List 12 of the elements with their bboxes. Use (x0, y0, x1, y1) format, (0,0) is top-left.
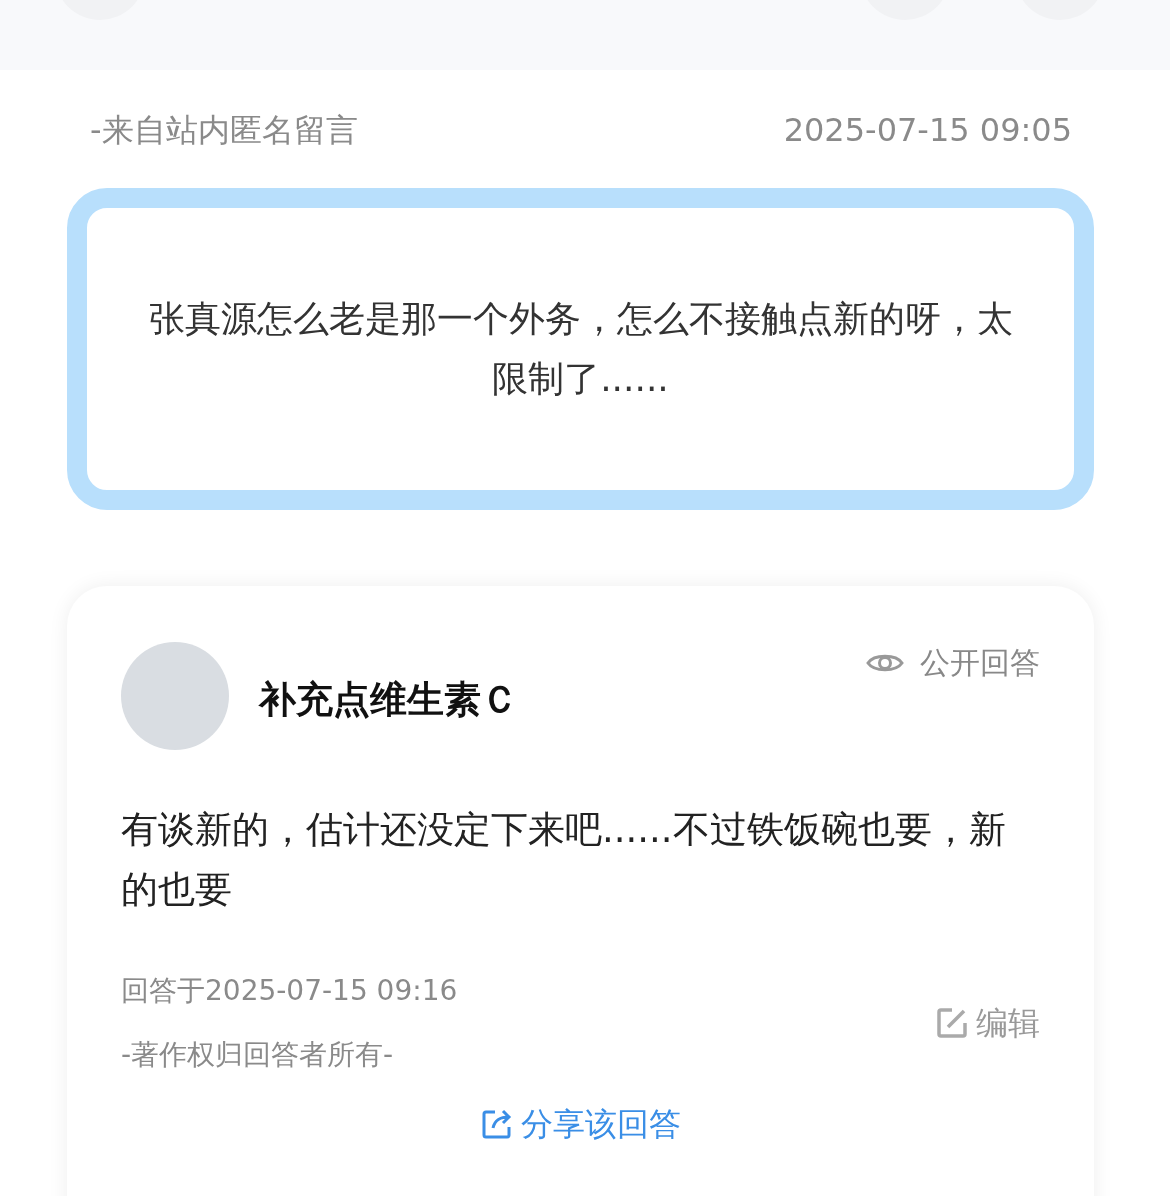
copyright-note: -著作权归回答者所有- (121, 1037, 395, 1073)
question-text: 张真源怎么老是那一个外务，怎么不接触点新的呀，太限制了...... (147, 297, 1014, 401)
answer-time: 回答于2025-07-15 09:16 (121, 973, 458, 1009)
answer-text: 有谈新的，估计还没定下来吧......不过铁饭碗也要，新的也要 (121, 807, 1007, 913)
edit-icon (936, 1007, 968, 1039)
share-icon (480, 1108, 513, 1140)
message-time: 2025-07-15 09:05 (783, 110, 1072, 151)
message-source: -来自站内匿名留言 (90, 110, 358, 151)
share-link[interactable]: 分享该回答 (480, 1100, 681, 1148)
visibility-label: 公开回答 (920, 644, 1040, 682)
author-name: 补充点维生素Ｃ (259, 677, 518, 723)
edit-button[interactable]: 编辑 (936, 999, 1040, 1047)
